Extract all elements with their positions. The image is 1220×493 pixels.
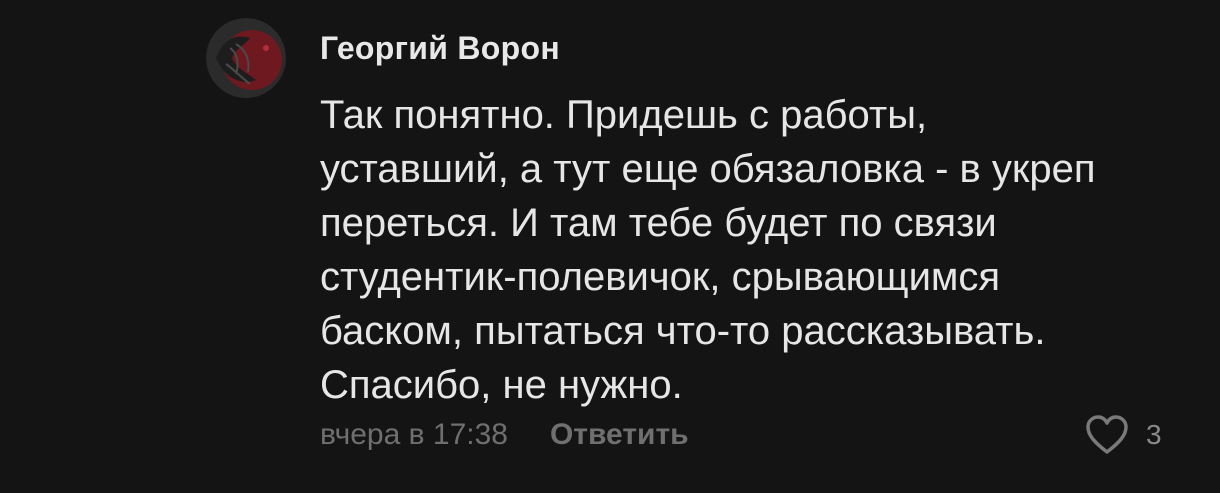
comment-text: Так понятно. Придешь с работы, уставший,… bbox=[320, 93, 1096, 407]
reply-button[interactable]: Ответить bbox=[550, 418, 689, 452]
like-count: 3 bbox=[1146, 419, 1162, 450]
like-area: 3 bbox=[1084, 414, 1162, 456]
comment: Георгий Ворон Так понятно. Придешь с раб… bbox=[0, 0, 1220, 493]
avatar[interactable] bbox=[206, 18, 286, 98]
avatar-image bbox=[206, 18, 286, 98]
author-name[interactable]: Георгий Ворон bbox=[320, 30, 560, 67]
comment-timestamp: вчера в 17:38 bbox=[320, 418, 508, 451]
comment-meta: вчера в 17:38 Ответить bbox=[320, 418, 689, 452]
heart-outline-icon[interactable] bbox=[1084, 414, 1130, 456]
